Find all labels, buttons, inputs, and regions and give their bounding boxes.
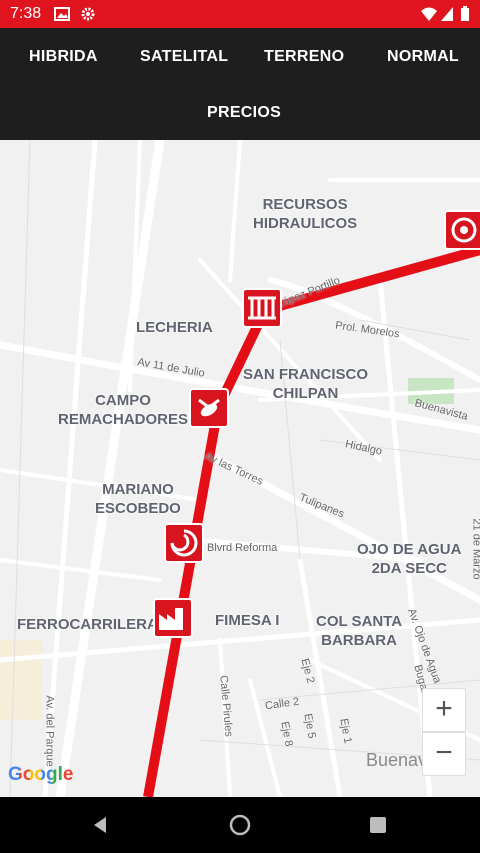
badge-marker-icon — [451, 217, 477, 243]
sand-area — [0, 640, 42, 720]
area-col-santa-barbara: COL SANTA BARBARA — [316, 613, 403, 649]
street-21-de-marzo: 21 de Marzo — [470, 518, 480, 580]
aqueduct-marker-icon — [248, 296, 276, 320]
cyclone-marker-icon — [170, 529, 198, 557]
map-view[interactable]: RECURSOS HIDRAULICOS LECHERIA SAN FRANCI… — [0, 140, 480, 797]
image-icon — [54, 7, 70, 21]
area-campo-remachadores: CAMPO REMACHADORES — [58, 392, 189, 428]
area-san-francisco-chilpan: SAN FRANCISCO CHILPAN — [243, 366, 369, 402]
status-time: 7:38 — [10, 5, 42, 22]
location-marker-3[interactable] — [189, 388, 229, 428]
home-icon[interactable] — [229, 814, 251, 836]
tab-terreno[interactable]: TERRENO — [264, 48, 344, 66]
tab-satelital[interactable]: SATELITAL — [140, 48, 228, 66]
map-type-tabs: HIBRIDA SATELITAL TERRENO NORMAL PRECIOS — [0, 28, 480, 140]
battery-icon — [461, 6, 469, 21]
tab-hibrida[interactable]: HIBRIDA — [29, 48, 98, 66]
navigation-bar — [0, 797, 480, 853]
area-fimesa: FIMESA I — [215, 612, 280, 629]
tab-precios[interactable]: PRECIOS — [207, 104, 281, 122]
wasp-marker-icon — [198, 398, 220, 417]
tab-normal[interactable]: NORMAL — [387, 48, 459, 66]
area-recursos-hidraulicos: RECURSOS HIDRAULICOS — [253, 196, 358, 232]
wifi-icon — [421, 7, 437, 21]
google-logo: Google — [8, 764, 74, 785]
back-icon[interactable] — [90, 815, 110, 835]
recents-icon[interactable] — [369, 816, 387, 834]
zoom-out-button[interactable]: − — [422, 732, 466, 776]
zoom-in-button[interactable]: + — [422, 688, 466, 732]
street-blvrd-reforma: Blvrd Reforma — [207, 542, 278, 554]
gear-icon — [81, 7, 95, 21]
location-marker-4[interactable] — [164, 523, 204, 563]
location-marker-2[interactable] — [242, 288, 282, 328]
area-lecheria: LECHERIA — [136, 319, 213, 336]
area-ojo-de-agua: OJO DE AGUA 2DA SECC — [357, 541, 462, 577]
location-marker-5[interactable] — [153, 598, 193, 638]
area-ferrocarrilera: FERROCARRILERA — [17, 616, 158, 633]
area-mariano-escobedo: MARIANO ESCOBEDO — [95, 481, 181, 517]
factory-marker-icon — [159, 608, 183, 630]
status-bar: 7:38 — [0, 0, 480, 28]
signal-icon — [441, 7, 453, 21]
street-av-del-parque: Av. del Parque — [43, 695, 56, 767]
location-marker-1[interactable] — [444, 210, 480, 250]
